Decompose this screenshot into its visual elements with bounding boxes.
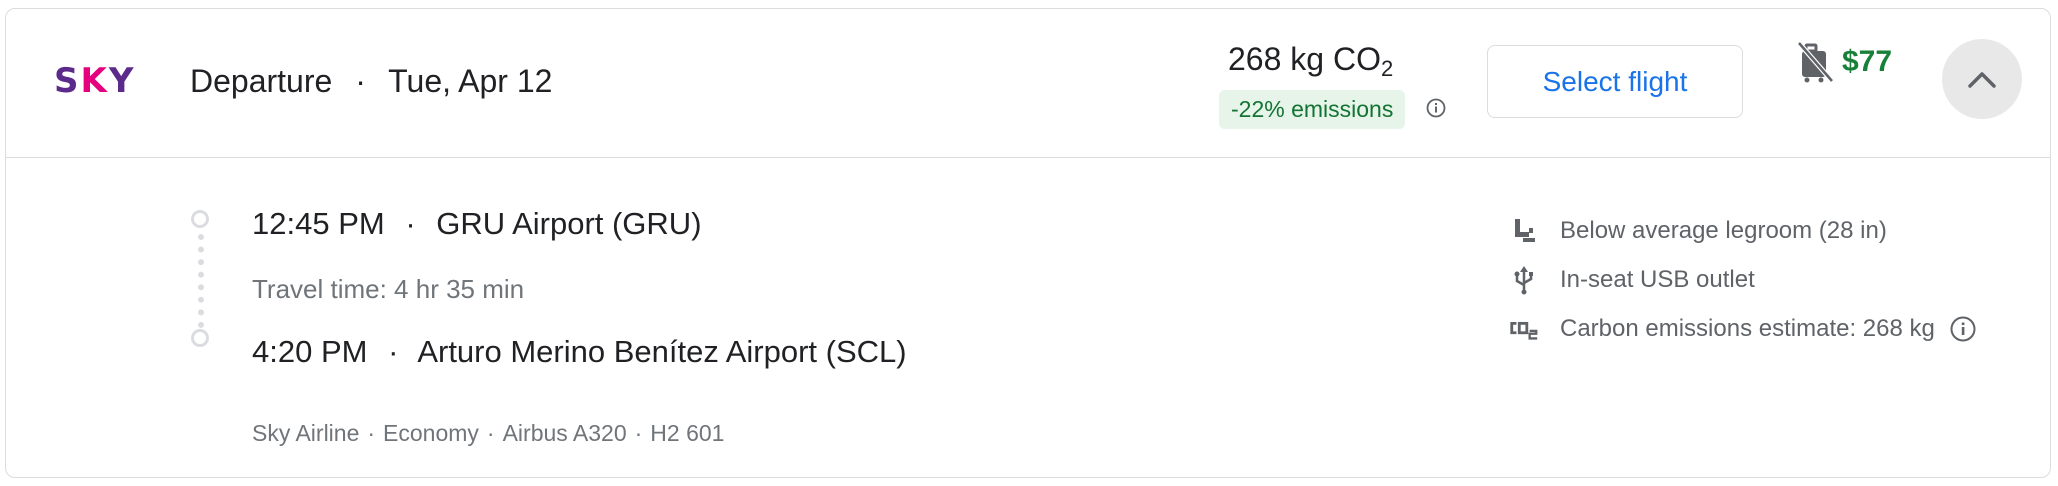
collapse-button[interactable] bbox=[1942, 39, 2022, 119]
price-area: $77 bbox=[1796, 39, 1892, 85]
separator: · bbox=[405, 206, 416, 241]
arrival-time: 4:20 PM bbox=[252, 334, 368, 369]
arrival-airport: Arturo Merino Benítez Airport (SCL) bbox=[417, 334, 907, 369]
separator: · bbox=[355, 63, 366, 99]
emissions-summary: 268 kg CO2 -22% emissions bbox=[1219, 41, 1459, 129]
airline-name: Sky Airline bbox=[252, 420, 360, 446]
amenity-co2: Carbon emissions estimate: 268 kg bbox=[1508, 304, 1977, 353]
flight-details: 12:45 PM · GRU Airport (GRU) Travel time… bbox=[6, 158, 2050, 478]
airline-logo: SKY bbox=[54, 61, 136, 101]
travel-time: Travel time: 4 hr 35 min bbox=[252, 274, 525, 304]
emissions-badge: -22% emissions bbox=[1219, 90, 1406, 129]
departure-dot bbox=[191, 210, 209, 228]
amenities-list: Below average legroom (28 in) In-seat US… bbox=[1508, 206, 1977, 353]
amenity-usb: In-seat USB outlet bbox=[1508, 255, 1977, 304]
flight-date: Tue, Apr 12 bbox=[388, 63, 553, 99]
arrival-dot bbox=[191, 329, 209, 347]
chevron-up-icon bbox=[1968, 72, 1996, 88]
arrival-row: 4:20 PM · Arturo Merino Benítez Airport … bbox=[252, 334, 907, 370]
amenity-label: In-seat USB outlet bbox=[1560, 265, 1755, 293]
flight-details-line: Sky Airline · Economy · Airbus A320 · H2 601 bbox=[252, 420, 725, 446]
cabin-class: Economy bbox=[383, 420, 479, 446]
departure-time: 12:45 PM bbox=[252, 206, 385, 241]
co2-icon bbox=[1508, 313, 1540, 345]
departure-row: 12:45 PM · GRU Airport (GRU) bbox=[252, 206, 702, 242]
info-icon[interactable] bbox=[1425, 97, 1447, 119]
direction-label: Departure bbox=[190, 63, 333, 99]
timeline-line bbox=[198, 234, 204, 328]
departure-airport: GRU Airport (GRU) bbox=[436, 206, 702, 241]
amenity-label: Carbon emissions estimate: 268 kg bbox=[1560, 314, 1935, 342]
select-flight-button[interactable]: Select flight bbox=[1487, 45, 1743, 118]
legroom-seat-icon bbox=[1508, 215, 1540, 247]
flight-title: Departure · Tue, Apr 12 bbox=[190, 63, 552, 100]
co2-amount: 268 kg CO2 bbox=[1228, 41, 1394, 81]
aircraft: Airbus A320 bbox=[502, 420, 627, 446]
itinerary-timeline bbox=[190, 210, 218, 360]
amenity-label: Below average legroom (28 in) bbox=[1560, 216, 1887, 244]
amenity-legroom: Below average legroom (28 in) bbox=[1508, 206, 1977, 255]
separator: · bbox=[388, 334, 399, 369]
flight-number: H2 601 bbox=[650, 420, 725, 446]
no-carry-on-bag-icon bbox=[1797, 41, 1834, 83]
flight-header[interactable]: SKY Departure · Tue, Apr 12 268 kg CO2 -… bbox=[6, 9, 2050, 158]
flight-card: SKY Departure · Tue, Apr 12 268 kg CO2 -… bbox=[5, 8, 2051, 478]
price: $77 bbox=[1842, 45, 1893, 78]
usb-icon bbox=[1508, 264, 1540, 296]
info-icon[interactable] bbox=[1949, 315, 1977, 343]
